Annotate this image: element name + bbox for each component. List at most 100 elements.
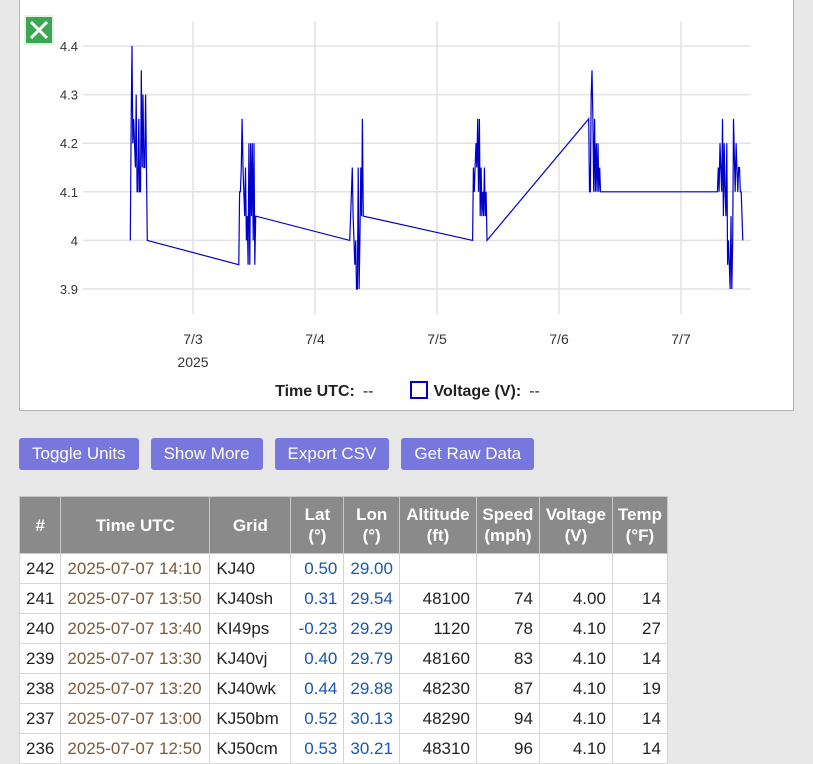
table-row: 237 2025-07-07 13:00 KJ50bm 0.52 30.13 48290 9…: [18, 703, 668, 734]
x-year-label: 2025: [177, 354, 208, 370]
cell-voltage: 4.00: [538, 583, 613, 614]
cell-grid: KI49ps: [209, 613, 292, 644]
column-header-num[interactable]: #: [18, 496, 62, 554]
y-tick-label: 4: [71, 233, 78, 248]
cell-time: 2025-07-07 13:50: [60, 583, 211, 614]
column-header-grid[interactable]: Grid: [209, 496, 292, 554]
cell-temp: 14: [611, 703, 668, 734]
telemetry-table: # Time UTC Grid Lat (°) Lon (°) Altitude (ft) Spe…: [18, 496, 668, 764]
y-tick-label: 4.2: [60, 136, 78, 151]
y-tick-label: 4.4: [60, 39, 78, 54]
cell-time: 2025-07-07 13:30: [60, 643, 211, 674]
x-tick-label: 7/5: [427, 331, 447, 347]
legend-series-value: --: [529, 383, 540, 400]
cell-num: 239: [18, 643, 62, 674]
cell-num: 238: [18, 673, 62, 704]
cell-speed: 74: [475, 583, 540, 614]
cell-voltage: 4.10: [538, 703, 613, 734]
table-row: 240 2025-07-07 13:40 KI49ps -0.23 29.29 1120 7…: [18, 613, 668, 644]
cell-speed: 78: [475, 613, 540, 644]
column-header-time[interactable]: Time UTC: [60, 496, 211, 554]
cell-lat: 0.53: [290, 733, 345, 764]
table-row: 236 2025-07-07 12:50 KJ50cm 0.53 30.21 48310 9…: [18, 733, 668, 764]
cell-alt: 48310: [398, 733, 477, 764]
cell-temp: 19: [611, 673, 668, 704]
cell-speed: [475, 553, 540, 584]
cell-speed: 83: [475, 643, 540, 674]
cell-lat: 0.40: [290, 643, 345, 674]
close-chart-button[interactable]: [24, 15, 54, 45]
column-header-lat[interactable]: Lat (°): [290, 496, 345, 554]
column-header-lon[interactable]: Lon (°): [343, 496, 400, 554]
cell-lat: 0.31: [290, 583, 345, 614]
table-row: 242 2025-07-07 14:10 KJ40 0.50 29.00: [18, 553, 668, 584]
table-row: 239 2025-07-07 13:30 KJ40vj 0.40 29.79 48160 8…: [18, 643, 668, 674]
cell-num: 236: [18, 733, 62, 764]
cell-temp: 27: [611, 613, 668, 644]
cell-alt: 1120: [398, 613, 477, 644]
legend-time-value: --: [362, 383, 374, 400]
chart-panel: 4.4 4.3 4.2 4.1 4 3.9 7/3 7/4 7/5 7/6 7/7 2025 Time…: [19, 0, 794, 411]
toggle-units-button[interactable]: Toggle Units: [19, 438, 139, 470]
cell-lon: 30.13: [343, 703, 400, 734]
cell-voltage: 4.10: [538, 643, 613, 674]
cell-voltage: 4.10: [538, 733, 613, 764]
table-row: 241 2025-07-07 13:50 KJ40sh 0.31 29.54 48100 7…: [18, 583, 668, 614]
cell-lon: 29.29: [343, 613, 400, 644]
column-header-alt[interactable]: Altitude (ft): [398, 496, 477, 554]
cell-grid: KJ50cm: [209, 733, 292, 764]
cell-lat: -0.23: [290, 613, 345, 644]
cell-speed: 87: [475, 673, 540, 704]
cell-alt: 48100: [398, 583, 477, 614]
column-header-temp[interactable]: Temp (°F): [611, 496, 668, 554]
cell-lon: 29.79: [343, 643, 400, 674]
get-raw-data-button[interactable]: Get Raw Data: [401, 438, 535, 470]
legend-series-label: Voltage (V):: [433, 383, 522, 400]
cell-grid: KJ40wk: [209, 673, 292, 704]
close-x-icon: [29, 20, 49, 40]
cell-num: 240: [18, 613, 62, 644]
cell-lon: 29.00: [343, 553, 400, 584]
x-tick-label: 7/7: [671, 331, 691, 347]
cell-speed: 94: [475, 703, 540, 734]
x-tick-label: 7/4: [305, 331, 325, 347]
cell-temp: 14: [611, 583, 668, 614]
cell-temp: 14: [611, 643, 668, 674]
cell-temp: 14: [611, 733, 668, 764]
y-tick-label: 4.3: [60, 88, 78, 103]
cell-time: 2025-07-07 14:10: [60, 553, 211, 584]
chart-legend: Time UTC: -- Voltage (V): --: [20, 381, 795, 401]
voltage-chart[interactable]: 4.4 4.3 4.2 4.1 4 3.9 7/3 7/4 7/5 7/6 7/7 2025: [20, 0, 795, 412]
cell-alt: 48160: [398, 643, 477, 674]
cell-lat: 0.50: [290, 553, 345, 584]
cell-num: 237: [18, 703, 62, 734]
cell-time: 2025-07-07 12:50: [60, 733, 211, 764]
table-header-row: # Time UTC Grid Lat (°) Lon (°) Altitude (ft) Spe…: [18, 496, 668, 554]
cell-lon: 30.21: [343, 733, 400, 764]
legend-series-swatch: [409, 381, 428, 399]
export-csv-button[interactable]: Export CSV: [274, 438, 390, 470]
table-row: 238 2025-07-07 13:20 KJ40wk 0.44 29.88 48230 8…: [18, 673, 668, 704]
x-tick-label: 7/6: [549, 331, 569, 347]
table-body: 242 2025-07-07 14:10 KJ40 0.50 29.00 241 2025-…: [18, 553, 668, 764]
cell-alt: 48290: [398, 703, 477, 734]
toolbar: Toggle Units Show More Export CSV Get Ra…: [19, 438, 546, 470]
cell-time: 2025-07-07 13:20: [60, 673, 211, 704]
legend-time-label: Time UTC:: [275, 383, 355, 400]
cell-grid: KJ50bm: [209, 703, 292, 734]
cell-num: 241: [18, 583, 62, 614]
cell-lon: 29.54: [343, 583, 400, 614]
x-tick-label: 7/3: [183, 331, 203, 347]
show-more-button[interactable]: Show More: [150, 438, 263, 470]
cell-speed: 96: [475, 733, 540, 764]
cell-grid: KJ40: [209, 553, 292, 584]
cell-voltage: [538, 553, 613, 584]
cell-voltage: 4.10: [538, 673, 613, 704]
y-tick-label: 3.9: [60, 282, 78, 297]
cell-time: 2025-07-07 13:40: [60, 613, 211, 644]
cell-lat: 0.52: [290, 703, 345, 734]
y-tick-label: 4.1: [60, 185, 78, 200]
column-header-voltage[interactable]: Voltage (V): [538, 496, 613, 554]
column-header-speed[interactable]: Speed (mph): [475, 496, 540, 554]
cell-time: 2025-07-07 13:00: [60, 703, 211, 734]
